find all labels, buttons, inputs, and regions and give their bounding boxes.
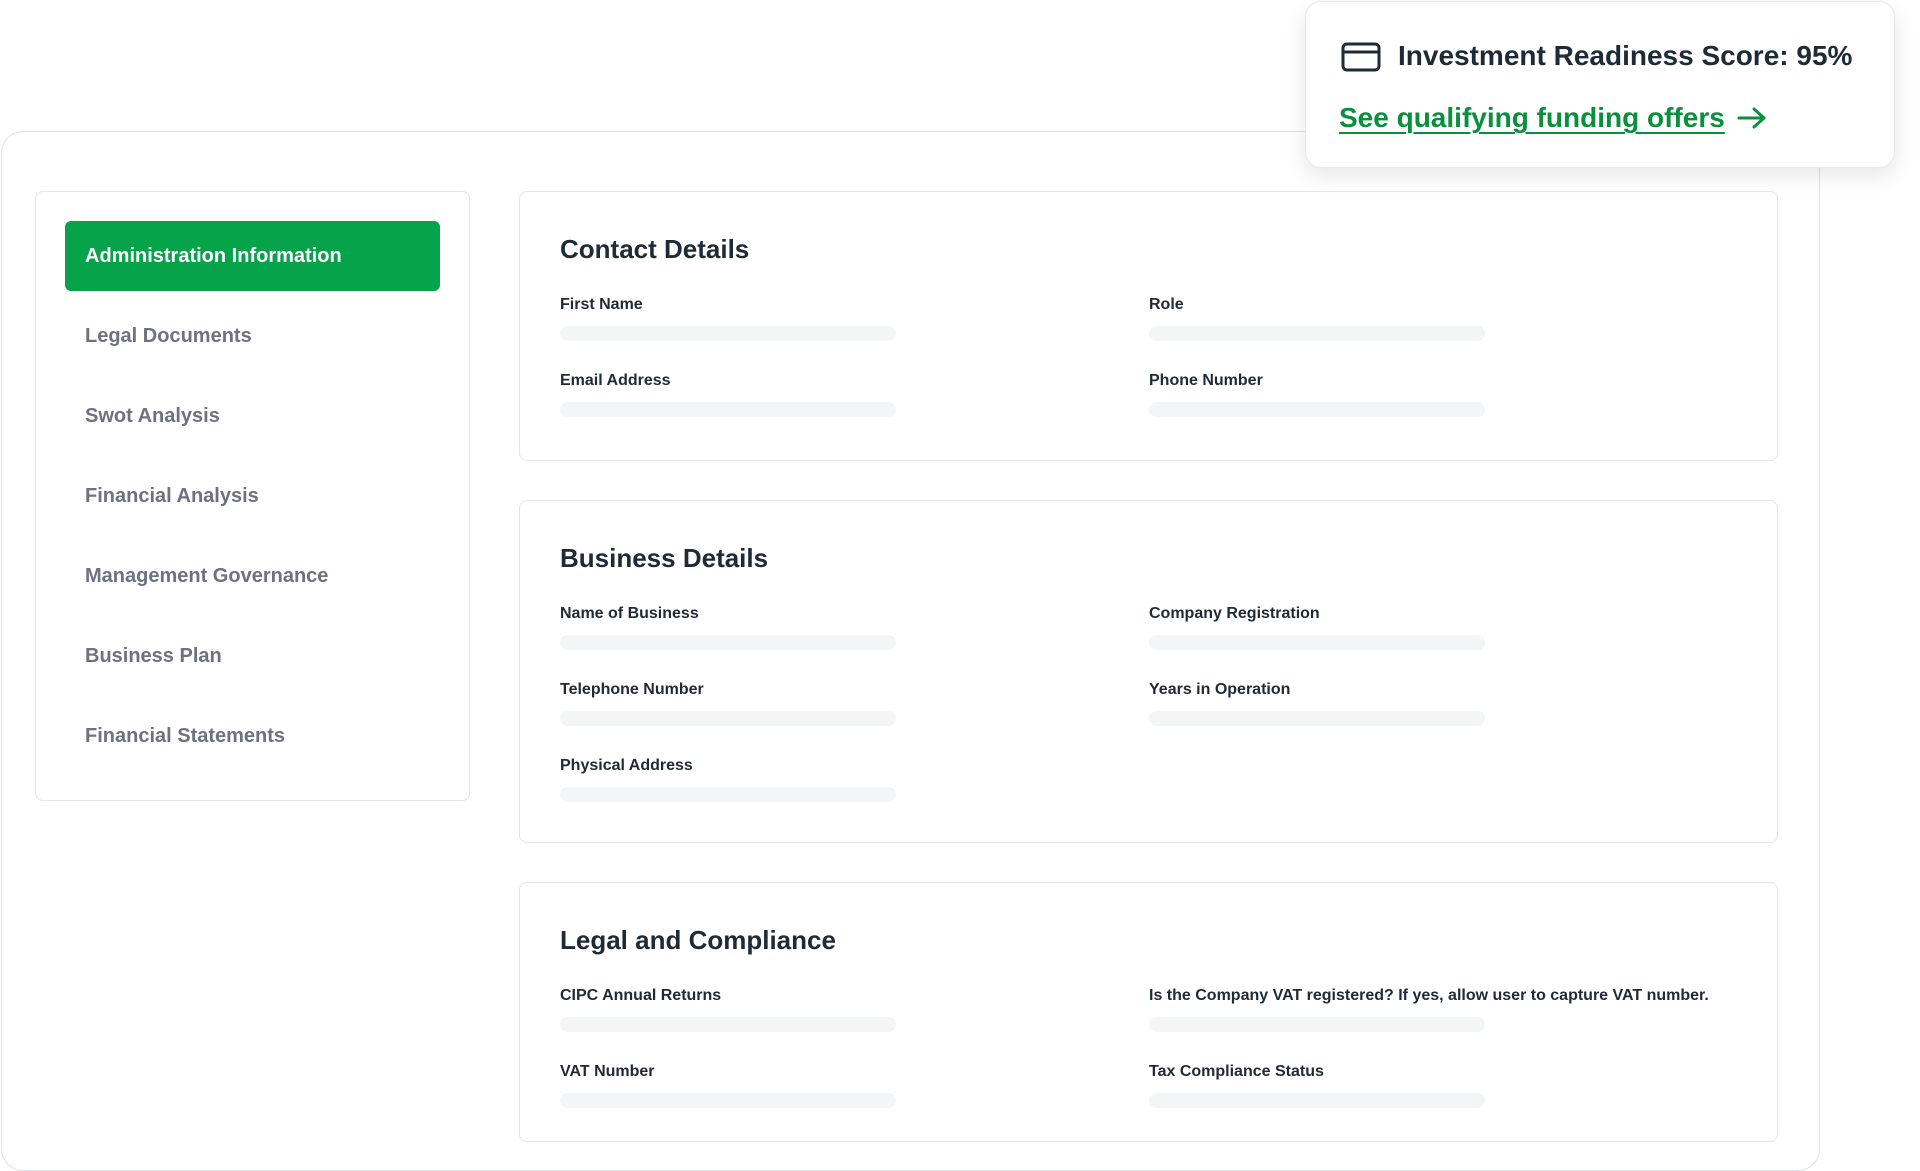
company-registration-input[interactable] — [1149, 635, 1485, 650]
field-label: Company Registration — [1149, 605, 1320, 622]
sidebar-item-label: Legal Documents — [85, 324, 252, 347]
funding-offers-label: See qualifying funding offers — [1339, 102, 1725, 133]
role-field: Role — [1149, 296, 1485, 341]
physical-address-input[interactable] — [560, 787, 896, 802]
tax-compliance-status-input[interactable] — [1149, 1093, 1485, 1108]
sidebar-item-label: Financial Statements — [85, 724, 286, 747]
vat-number-input[interactable] — [560, 1093, 896, 1108]
email-input[interactable] — [560, 402, 896, 417]
field-label: Tax Compliance Status — [1149, 1063, 1324, 1080]
business-name-input[interactable] — [560, 635, 896, 650]
cipc-annual-returns-field: CIPC Annual Returns — [560, 987, 896, 1032]
business-name-field: Name of Business — [560, 605, 896, 650]
credit-card-icon — [1341, 42, 1381, 72]
funding-offers-link[interactable]: See qualifying funding offers — [1339, 102, 1767, 134]
vat-registered-input[interactable] — [1149, 1017, 1485, 1032]
legal-compliance-card: Legal and Compliance CIPC Annual Returns… — [519, 882, 1778, 1142]
first-name-field: First Name — [560, 296, 896, 341]
telephone-field: Telephone Number — [560, 681, 896, 726]
sidebar-item-label: Administration Information — [85, 244, 342, 267]
telephone-input[interactable] — [560, 711, 896, 726]
sidebar-item-label: Financial Analysis — [85, 484, 259, 507]
readiness-score-text: Investment Readiness Score: 95% — [1398, 40, 1853, 71]
section-title: Business Details — [560, 543, 769, 573]
sidebar-item-business-plan[interactable]: Business Plan — [65, 621, 440, 691]
vat-number-field: VAT Number — [560, 1063, 896, 1108]
email-field: Email Address — [560, 372, 896, 417]
sidebar-item-swot-analysis[interactable]: Swot Analysis — [65, 381, 440, 451]
sidebar-item-financial-analysis[interactable]: Financial Analysis — [65, 461, 440, 531]
field-label: Email Address — [560, 372, 671, 389]
field-label: Phone Number — [1149, 372, 1263, 389]
first-name-input[interactable] — [560, 326, 896, 341]
section-title: Contact Details — [560, 234, 750, 264]
field-label: CIPC Annual Returns — [560, 987, 722, 1004]
arrow-right-icon — [1737, 107, 1766, 129]
section-title: Legal and Compliance — [560, 925, 836, 955]
tax-compliance-status-field: Tax Compliance Status — [1149, 1063, 1485, 1108]
vat-registered-field: Is the Company VAT registered? If yes, a… — [1149, 987, 1709, 1032]
contact-details-card: Contact Details First Name Role Email Ad… — [519, 191, 1778, 461]
sidebar-nav: Administration Information Legal Documen… — [35, 191, 470, 801]
sidebar-item-legal-documents[interactable]: Legal Documents — [65, 301, 440, 371]
phone-input[interactable] — [1149, 402, 1485, 417]
field-label: Is the Company VAT registered? If yes, a… — [1149, 987, 1709, 1004]
phone-field: Phone Number — [1149, 372, 1485, 417]
sidebar-item-label: Management Governance — [85, 564, 329, 587]
sidebar-item-administration-information[interactable]: Administration Information — [65, 221, 440, 291]
field-label: Years in Operation — [1149, 681, 1291, 698]
sidebar-item-financial-statements[interactable]: Financial Statements — [65, 701, 440, 771]
readiness-score-popover: Investment Readiness Score: 95% See qual… — [1305, 1, 1895, 168]
sidebar-item-management-governance[interactable]: Management Governance — [65, 541, 440, 611]
physical-address-field: Physical Address — [560, 757, 896, 802]
company-registration-field: Company Registration — [1149, 605, 1485, 650]
sidebar-item-label: Business Plan — [85, 644, 222, 667]
field-label: Physical Address — [560, 757, 693, 774]
business-details-card: Business Details Name of Business Compan… — [519, 500, 1778, 843]
years-in-operation-field: Years in Operation — [1149, 681, 1485, 726]
field-label: Telephone Number — [560, 681, 704, 698]
field-label: First Name — [560, 296, 643, 313]
years-in-operation-input[interactable] — [1149, 711, 1485, 726]
sidebar-item-label: Swot Analysis — [85, 404, 220, 427]
field-label: VAT Number — [560, 1063, 655, 1080]
field-label: Role — [1149, 296, 1184, 313]
field-label: Name of Business — [560, 605, 699, 622]
cipc-annual-returns-input[interactable] — [560, 1017, 896, 1032]
role-input[interactable] — [1149, 326, 1485, 341]
